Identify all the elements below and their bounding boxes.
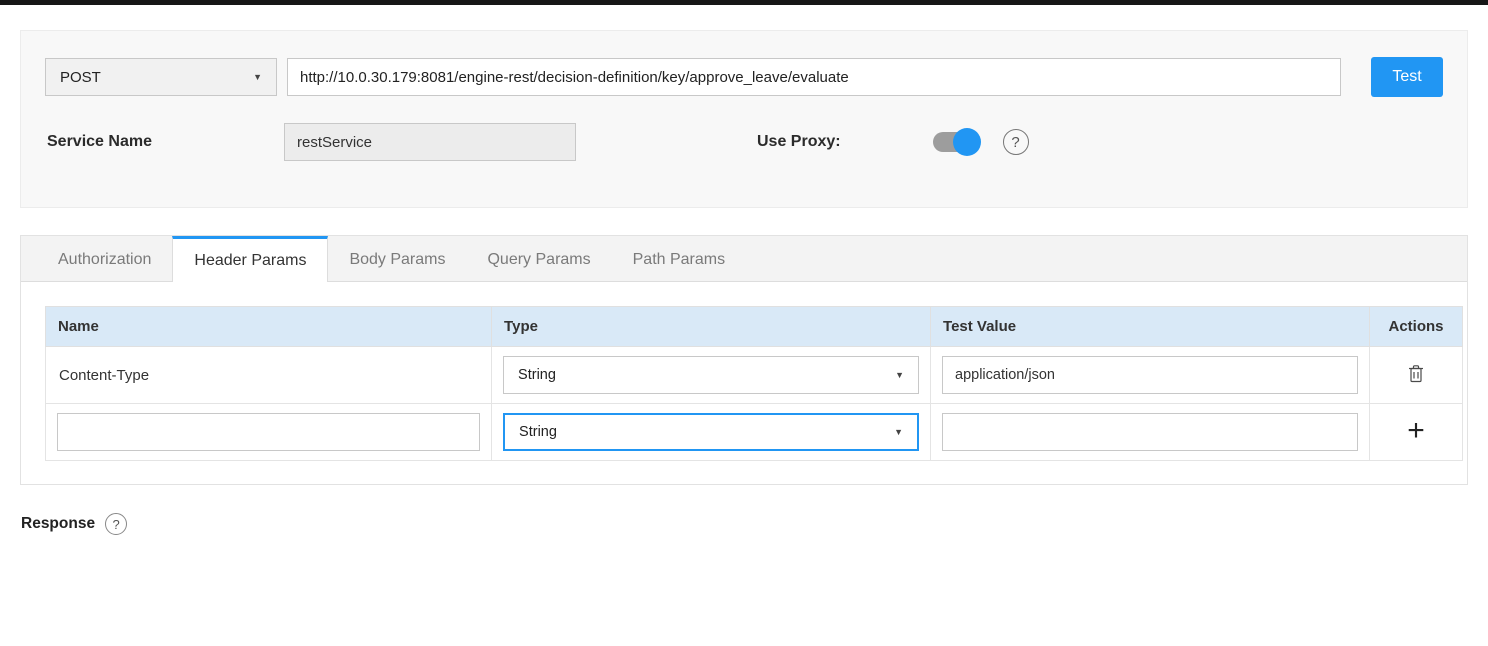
- request-url-row: POST ▼ Test: [45, 57, 1443, 97]
- param-type-value: String: [519, 424, 557, 440]
- http-method-select[interactable]: POST ▼: [45, 58, 277, 96]
- http-method-value: POST: [60, 69, 101, 86]
- param-type-select[interactable]: String ▼: [503, 356, 919, 394]
- service-name-label: Service Name: [45, 133, 284, 151]
- delete-row-icon[interactable]: [1408, 364, 1424, 383]
- param-test-value-cell: [931, 404, 1370, 461]
- column-header-name: Name: [46, 307, 492, 347]
- request-config-panel: POST ▼ Test Service Name Use Proxy: ?: [20, 30, 1468, 208]
- header-params-content: Name Type Test Value Actions Content-Typ…: [21, 282, 1467, 484]
- response-label: Response: [21, 515, 95, 533]
- param-test-value-cell: [931, 347, 1370, 404]
- response-section: Response ?: [21, 513, 1488, 535]
- params-section: Authorization Header Params Body Params …: [20, 235, 1468, 485]
- use-proxy-label: Use Proxy:: [757, 133, 841, 151]
- chevron-down-icon: ▼: [253, 73, 262, 82]
- param-test-value-input[interactable]: [942, 413, 1358, 451]
- use-proxy-toggle[interactable]: [933, 132, 979, 152]
- service-settings-row: Service Name Use Proxy: ?: [45, 123, 1443, 161]
- param-actions-cell: [1370, 347, 1463, 404]
- tab-header-params[interactable]: Header Params: [172, 236, 328, 282]
- param-name-cell: [46, 404, 492, 461]
- param-actions-cell: +: [1370, 404, 1463, 461]
- url-input[interactable]: [287, 58, 1341, 96]
- table-row-new: String ▼ +: [46, 404, 1463, 461]
- param-type-cell: String ▼: [492, 404, 931, 461]
- param-test-value-input[interactable]: [942, 356, 1358, 394]
- table-header-row: Name Type Test Value Actions: [46, 307, 1463, 347]
- service-name-input[interactable]: [284, 123, 576, 161]
- add-row-icon[interactable]: +: [1407, 421, 1425, 441]
- header-params-table: Name Type Test Value Actions Content-Typ…: [45, 306, 1463, 461]
- tab-body-params[interactable]: Body Params: [328, 236, 466, 281]
- tab-bar: Authorization Header Params Body Params …: [21, 236, 1467, 282]
- param-type-select[interactable]: String ▼: [503, 413, 919, 451]
- test-button[interactable]: Test: [1371, 57, 1443, 97]
- top-bar: [0, 0, 1488, 5]
- table-row: Content-Type String ▼: [46, 347, 1463, 404]
- column-header-actions: Actions: [1370, 307, 1463, 347]
- tab-path-params[interactable]: Path Params: [612, 236, 746, 281]
- param-type-cell: String ▼: [492, 347, 931, 404]
- param-type-value: String: [518, 367, 556, 383]
- tab-authorization[interactable]: Authorization: [37, 236, 172, 281]
- response-help-icon[interactable]: ?: [105, 513, 127, 535]
- chevron-down-icon: ▼: [895, 371, 904, 380]
- tab-query-params[interactable]: Query Params: [466, 236, 611, 281]
- toggle-knob: [953, 128, 981, 156]
- param-name-text: Content-Type: [57, 367, 149, 384]
- column-header-type: Type: [492, 307, 931, 347]
- column-header-test-value: Test Value: [931, 307, 1370, 347]
- param-name-cell: Content-Type: [46, 347, 492, 404]
- proxy-help-icon[interactable]: ?: [1003, 129, 1029, 155]
- chevron-down-icon: ▼: [894, 428, 903, 437]
- param-name-input[interactable]: [57, 413, 480, 451]
